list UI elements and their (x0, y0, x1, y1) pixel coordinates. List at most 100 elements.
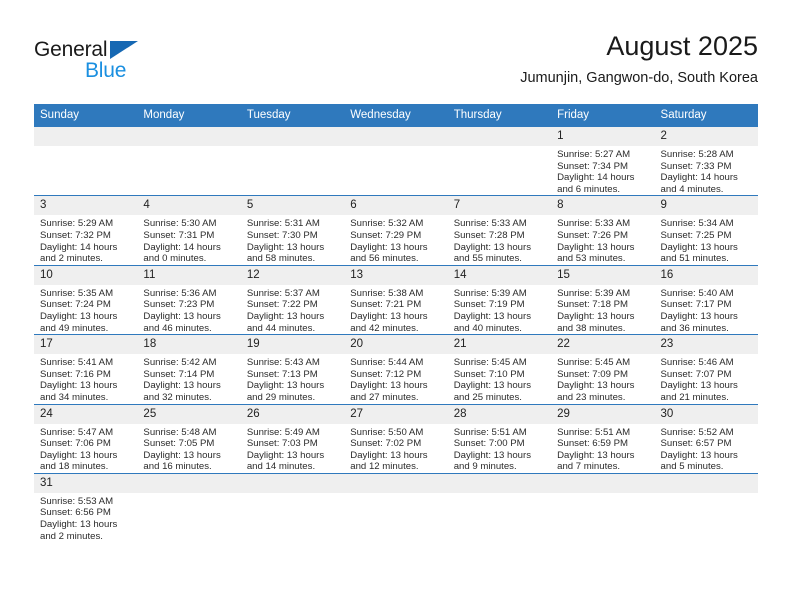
calendar-day-cell[interactable]: 28 Sunrise: 5:51 AM Sunset: 7:00 PM Dayligh… (447, 403, 552, 474)
daylight-text-line2: and 46 minutes. (143, 322, 212, 334)
sunrise-text: Sunrise: 5:33 AM (557, 218, 631, 230)
day-number: 11 (137, 265, 241, 285)
calendar-cell-empty (34, 125, 138, 196)
daylight-text-line1: Daylight: 13 hours (143, 310, 221, 322)
calendar-day-cell[interactable]: 21 Sunrise: 5:45 AM Sunset: 7:10 PM Dayligh… (447, 334, 552, 404)
weekday-header-sunday: Sunday (34, 104, 138, 127)
day-sun-info: Sunrise: 5:36 AM Sunset: 7:23 PM Daylight:… (137, 285, 240, 334)
calendar-day-cell[interactable]: 20 Sunrise: 5:44 AM Sunset: 7:12 PM Dayligh… (344, 334, 448, 404)
daylight-text-line2: and 32 minutes. (143, 391, 212, 403)
day-sun-info: Sunrise: 5:33 AM Sunset: 7:28 PM Daylight:… (448, 215, 551, 264)
sunrise-text: Sunrise: 5:52 AM (660, 426, 734, 438)
day-sun-info: Sunrise: 5:43 AM Sunset: 7:13 PM Daylight:… (241, 354, 344, 403)
calendar-day-cell[interactable]: 17 Sunrise: 5:41 AM Sunset: 7:16 PM Dayligh… (34, 334, 138, 404)
calendar-day-cell[interactable]: 23 Sunrise: 5:46 AM Sunset: 7:07 PM Dayligh… (654, 334, 758, 404)
daylight-text-line2: and 7 minutes. (557, 461, 621, 473)
day-sun-info: Sunrise: 5:45 AM Sunset: 7:10 PM Daylight:… (448, 354, 551, 403)
daylight-text-line1: Daylight: 13 hours (246, 310, 325, 322)
calendar-day-cell[interactable]: 10 Sunrise: 5:35 AM Sunset: 7:24 PM Dayligh… (34, 264, 138, 335)
weekday-header-friday: Friday (551, 104, 655, 127)
calendar-day-cell[interactable]: 22 Sunrise: 5:45 AM Sunset: 7:09 PM Dayligh… (551, 334, 655, 404)
calendar-day-cell[interactable]: 27 Sunrise: 5:50 AM Sunset: 7:02 PM Dayligh… (344, 403, 448, 474)
day-number: 22 (551, 335, 655, 355)
daylight-text-line1: Daylight: 13 hours (40, 310, 118, 322)
day-sun-info: Sunrise: 5:51 AM Sunset: 6:59 PM Daylight:… (551, 424, 654, 473)
day-sun-info: Sunrise: 5:45 AM Sunset: 7:09 PM Daylight:… (551, 354, 654, 403)
sunrise-text: Sunrise: 5:39 AM (557, 287, 631, 299)
calendar-day-cell[interactable]: 15 Sunrise: 5:39 AM Sunset: 7:18 PM Dayligh… (551, 264, 655, 335)
daylight-text-line2: and 14 minutes. (246, 461, 316, 473)
daylight-text-line1: Daylight: 13 hours (246, 241, 325, 253)
calendar-week-row: 10 Sunrise: 5:35 AM Sunset: 7:24 PM Dayligh… (34, 264, 758, 335)
calendar-cell-empty (240, 125, 345, 196)
calendar-day-cell[interactable]: 29 Sunrise: 5:51 AM Sunset: 6:59 PM Dayligh… (551, 403, 655, 474)
calendar-day-cell[interactable]: 26 Sunrise: 5:49 AM Sunset: 7:03 PM Dayligh… (240, 403, 345, 474)
weekday-header-row: Sunday Monday Tuesday Wednesday Thursday… (34, 104, 758, 127)
calendar-day-cell[interactable]: 30 Sunrise: 5:52 AM Sunset: 6:57 PM Dayligh… (654, 403, 758, 474)
day-number: 28 (447, 404, 552, 424)
calendar-day-cell[interactable]: 8 Sunrise: 5:33 AM Sunset: 7:26 PM Daylight… (551, 195, 655, 266)
day-number-placeholder (240, 473, 345, 493)
calendar-day-cell[interactable]: 6 Sunrise: 5:32 AM Sunset: 7:29 PM Daylight… (344, 195, 448, 266)
calendar-day-cell[interactable]: 7 Sunrise: 5:33 AM Sunset: 7:28 PM Daylight… (447, 195, 552, 266)
daylight-text-line1: Daylight: 13 hours (660, 310, 738, 322)
day-number: 20 (344, 335, 448, 355)
sunset-text: Sunset: 7:02 PM (350, 438, 422, 450)
daylight-text-line2: and 5 minutes. (660, 461, 724, 473)
calendar-day-cell[interactable]: 2 Sunrise: 5:28 AM Sunset: 7:33 PM Daylight… (654, 125, 758, 196)
daylight-text-line1: Daylight: 13 hours (453, 380, 532, 392)
title-block: August 2025 Jumunjin, Gangwon-do, South … (520, 30, 758, 88)
calendar-day-cell[interactable]: 3 Sunrise: 5:29 AM Sunset: 7:32 PM Daylight… (34, 195, 138, 266)
daylight-text-line1: Daylight: 13 hours (246, 449, 325, 461)
calendar-day-cell[interactable]: 5 Sunrise: 5:31 AM Sunset: 7:30 PM Daylight… (240, 195, 345, 266)
calendar-day-cell[interactable]: 18 Sunrise: 5:42 AM Sunset: 7:14 PM Dayligh… (137, 334, 241, 404)
day-sun-info: Sunrise: 5:34 AM Sunset: 7:25 PM Daylight:… (655, 215, 758, 264)
day-number: 24 (34, 404, 138, 424)
daylight-text-line1: Daylight: 13 hours (40, 380, 118, 392)
calendar-day-cell[interactable]: 12 Sunrise: 5:37 AM Sunset: 7:22 PM Dayligh… (240, 264, 345, 335)
calendar-day-cell[interactable]: 9 Sunrise: 5:34 AM Sunset: 7:25 PM Daylight… (654, 195, 758, 266)
sunset-text: Sunset: 7:06 PM (40, 438, 111, 450)
calendar-cell-empty (344, 472, 448, 543)
day-number: 3 (34, 196, 138, 216)
calendar-day-cell[interactable]: 19 Sunrise: 5:43 AM Sunset: 7:13 PM Dayligh… (240, 334, 345, 404)
daylight-text-line2: and 38 minutes. (557, 322, 626, 334)
day-sun-info: Sunrise: 5:50 AM Sunset: 7:02 PM Daylight:… (344, 424, 447, 473)
day-number-placeholder (34, 127, 138, 146)
calendar-day-cell[interactable]: 13 Sunrise: 5:38 AM Sunset: 7:21 PM Dayligh… (344, 264, 448, 335)
calendar-day-cell[interactable]: 4 Sunrise: 5:30 AM Sunset: 7:31 PM Daylight… (137, 195, 241, 266)
calendar-day-cell[interactable]: 11 Sunrise: 5:36 AM Sunset: 7:23 PM Dayligh… (137, 264, 241, 335)
calendar-day-cell[interactable]: 25 Sunrise: 5:48 AM Sunset: 7:05 PM Dayligh… (137, 403, 241, 474)
calendar-day-cell[interactable]: 14 Sunrise: 5:39 AM Sunset: 7:19 PM Dayligh… (447, 264, 552, 335)
day-number: 2 (654, 127, 758, 146)
daylight-text-line2: and 6 minutes. (557, 183, 621, 195)
daylight-text-line2: and 9 minutes. (453, 461, 517, 473)
daylight-text-line2: and 16 minutes. (143, 461, 212, 473)
day-number-placeholder (551, 473, 655, 493)
sunset-text: Sunset: 7:18 PM (557, 299, 629, 311)
calendar-week-row: 1 Sunrise: 5:27 AM Sunset: 7:34 PM Daylight… (34, 125, 758, 196)
daylight-text-line2: and 44 minutes. (246, 322, 316, 334)
sunrise-text: Sunrise: 5:44 AM (350, 357, 424, 369)
calendar-day-cell[interactable]: 1 Sunrise: 5:27 AM Sunset: 7:34 PM Daylight… (551, 125, 655, 196)
day-number-placeholder (344, 127, 448, 146)
sunset-text: Sunset: 7:34 PM (557, 160, 629, 172)
weekday-header-thursday: Thursday (447, 104, 552, 127)
calendar-week-row: 31 Sunrise: 5:53 AM Sunset: 6:56 PM Dayligh… (34, 472, 758, 543)
daylight-text-line2: and 34 minutes. (40, 391, 109, 403)
day-number: 10 (34, 265, 138, 285)
day-number: 25 (137, 404, 241, 424)
day-sun-info: Sunrise: 5:27 AM Sunset: 7:34 PM Daylight:… (551, 146, 654, 195)
day-sun-info: Sunrise: 5:39 AM Sunset: 7:18 PM Daylight:… (551, 285, 654, 334)
day-number: 27 (344, 404, 448, 424)
day-number: 21 (447, 335, 552, 355)
day-number: 6 (344, 196, 448, 216)
calendar-day-cell[interactable]: 24 Sunrise: 5:47 AM Sunset: 7:06 PM Dayligh… (34, 403, 138, 474)
calendar-day-cell[interactable]: 31 Sunrise: 5:53 AM Sunset: 6:56 PM Dayligh… (34, 472, 138, 543)
daylight-text-line1: Daylight: 13 hours (660, 449, 738, 461)
calendar-day-cell[interactable]: 16 Sunrise: 5:40 AM Sunset: 7:17 PM Dayligh… (654, 264, 758, 335)
daylight-text-line2: and 12 minutes. (350, 461, 419, 473)
day-sun-info: Sunrise: 5:46 AM Sunset: 7:07 PM Daylight:… (655, 354, 758, 403)
day-sun-info: Sunrise: 5:29 AM Sunset: 7:32 PM Daylight:… (34, 215, 137, 264)
calendar-cell-empty (447, 125, 552, 196)
